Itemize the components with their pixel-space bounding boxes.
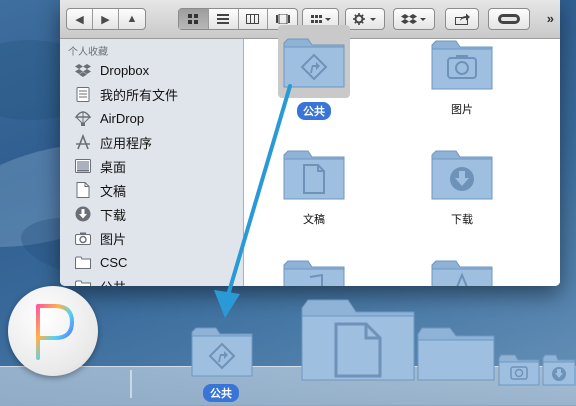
drag-arrow [214, 84, 292, 318]
